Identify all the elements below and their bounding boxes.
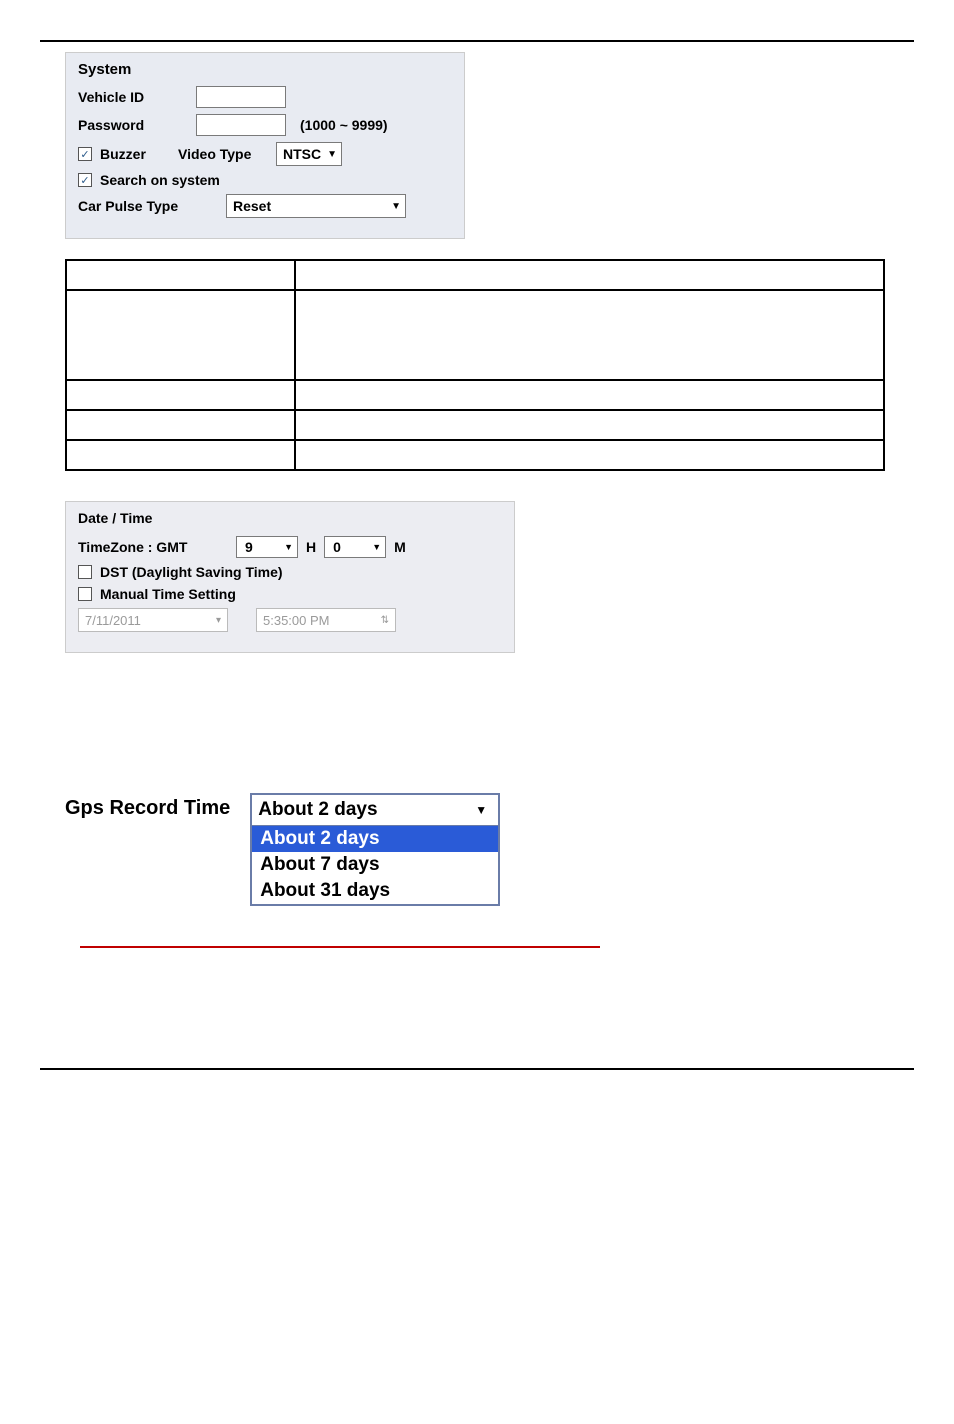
gps-option[interactable]: About 2 days <box>252 826 498 852</box>
search-on-system-label: Search on system <box>100 172 220 188</box>
vehicle-id-label: Vehicle ID <box>78 89 188 105</box>
table-row <box>66 290 884 380</box>
dst-label: DST (Daylight Saving Time) <box>100 564 283 580</box>
chevron-down-icon: ▼ <box>284 542 293 552</box>
password-label: Password <box>78 117 188 133</box>
spinner-icon: ⇅ <box>381 615 389 626</box>
table-cell <box>295 260 884 290</box>
gps-record-select[interactable]: About 2 days ▼ About 2 days About 7 days… <box>250 793 500 906</box>
search-checkbox[interactable]: ✓ <box>78 173 92 187</box>
system-title: System <box>78 61 452 78</box>
buzzer-label: Buzzer <box>100 146 170 162</box>
date-value: 7/11/2011 <box>85 613 141 628</box>
car-pulse-value: Reset <box>233 198 271 214</box>
tz-hour-suffix: H <box>306 539 316 555</box>
datetime-panel: Date / Time TimeZone : GMT 9 ▼ H 0 ▼ M D… <box>65 501 515 653</box>
table-row <box>66 380 884 410</box>
table-cell <box>295 380 884 410</box>
tz-min-select[interactable]: 0 ▼ <box>324 536 386 558</box>
date-picker[interactable]: 7/11/2011 ▾ <box>78 608 228 632</box>
table-row <box>66 260 884 290</box>
gps-option[interactable]: About 31 days <box>252 878 498 904</box>
calendar-drop-icon: ▾ <box>216 615 221 626</box>
manual-time-label: Manual Time Setting <box>100 586 236 602</box>
table-cell <box>295 290 884 380</box>
gps-selected[interactable]: About 2 days ▼ <box>252 795 498 826</box>
tz-hour-select[interactable]: 9 ▼ <box>236 536 298 558</box>
password-range: (1000 ~ 9999) <box>300 117 388 133</box>
time-picker[interactable]: 5:35:00 PM ⇅ <box>256 608 396 632</box>
car-pulse-label: Car Pulse Type <box>78 198 218 214</box>
gps-record-label: Gps Record Time <box>65 797 230 820</box>
buzzer-checkbox[interactable]: ✓ <box>78 147 92 161</box>
table-row <box>66 440 884 470</box>
chevron-down-icon: ▼ <box>470 803 492 817</box>
video-type-select[interactable]: NTSC ▼ <box>276 142 342 166</box>
chevron-down-icon: ▼ <box>372 542 381 552</box>
manual-time-checkbox[interactable] <box>78 587 92 601</box>
video-type-label: Video Type <box>178 146 268 162</box>
table-cell <box>66 290 295 380</box>
timezone-label: TimeZone : GMT <box>78 539 228 555</box>
options-table <box>65 259 885 471</box>
gps-record-section: Gps Record Time About 2 days ▼ About 2 d… <box>65 793 914 906</box>
car-pulse-select[interactable]: Reset ▼ <box>226 194 406 218</box>
gps-option[interactable]: About 7 days <box>252 852 498 878</box>
system-panel: System Vehicle ID Password (1000 ~ 9999)… <box>65 52 465 239</box>
tz-min-value: 0 <box>333 539 341 555</box>
chevron-down-icon: ▼ <box>391 201 401 212</box>
table-cell <box>66 440 295 470</box>
table-row <box>66 410 884 440</box>
password-input[interactable] <box>196 114 286 136</box>
tz-hour-value: 9 <box>245 539 253 555</box>
table-cell <box>66 410 295 440</box>
time-value: 5:35:00 PM <box>263 613 330 628</box>
table-cell <box>295 440 884 470</box>
table-cell <box>66 380 295 410</box>
chevron-down-icon: ▼ <box>327 149 337 160</box>
dst-checkbox[interactable] <box>78 565 92 579</box>
gps-selected-value: About 2 days <box>258 799 377 821</box>
table-cell <box>295 410 884 440</box>
datetime-title: Date / Time <box>78 510 502 526</box>
tz-min-suffix: M <box>394 539 406 555</box>
divider <box>80 946 600 948</box>
table-cell <box>66 260 295 290</box>
vehicle-id-input[interactable] <box>196 86 286 108</box>
video-type-value: NTSC <box>283 146 321 162</box>
